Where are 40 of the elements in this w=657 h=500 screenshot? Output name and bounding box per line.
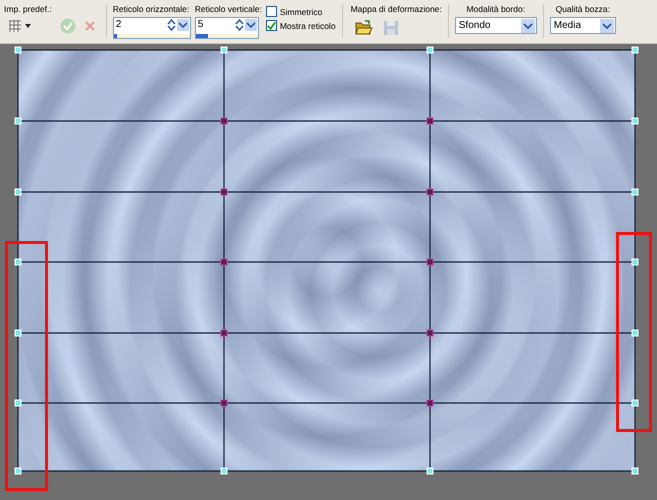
spinner-label: Reticolo verticale: [194,4,262,15]
mesh-node[interactable] [220,118,228,124]
draft-quality-dropdown[interactable]: Media [550,17,616,34]
slider-fill[interactable] [114,34,117,38]
number-value: 5 [198,19,204,31]
spinner-label: Reticolo orizzontale: [112,4,190,15]
caret-icon [25,24,31,28]
mesh-node[interactable] [426,330,434,336]
dropdown-arrow-icon[interactable] [176,19,189,31]
checkmark-icon[interactable] [60,18,76,34]
number-field[interactable]: 2 [112,17,191,39]
mesh-node[interactable] [426,118,434,124]
mesh-node[interactable] [220,188,228,196]
grid-icon [8,19,22,33]
draft-quality-label: Qualità bozza: [556,4,610,15]
edge-mode-label: Modalità bordo: [466,4,526,15]
checkbox-label: Mostra reticolo [280,20,336,30]
save-icon[interactable] [382,20,399,36]
preset-label: Imp. predef.: [4,4,52,15]
number-value: 2 [116,19,122,31]
dropdown-arrow-icon[interactable] [244,19,257,31]
mesh-node[interactable] [426,400,434,406]
folder-icon[interactable] [354,20,373,36]
up-down-arrows-icon[interactable] [166,19,176,31]
mesh-node[interactable] [220,258,228,266]
mesh-node[interactable] [426,188,434,196]
number-field[interactable]: 5 [194,17,259,39]
deformation-map-label: Mappa di deformazione: [350,4,442,15]
checkbox-label: Simmetrico [280,6,322,16]
checkbox[interactable] [266,20,277,31]
dropdown-value: Media [554,20,582,31]
mesh-node[interactable] [220,400,228,406]
mesh-node[interactable] [426,258,434,266]
close-icon[interactable] [84,20,96,32]
checkbox[interactable] [266,6,277,17]
up-down-arrows-icon[interactable] [234,19,244,31]
mesh-node[interactable] [220,330,228,336]
slider-fill[interactable] [196,34,208,38]
edge-mode-dropdown[interactable]: Sfondo [454,17,537,34]
dropdown-value: Sfondo [458,20,490,31]
